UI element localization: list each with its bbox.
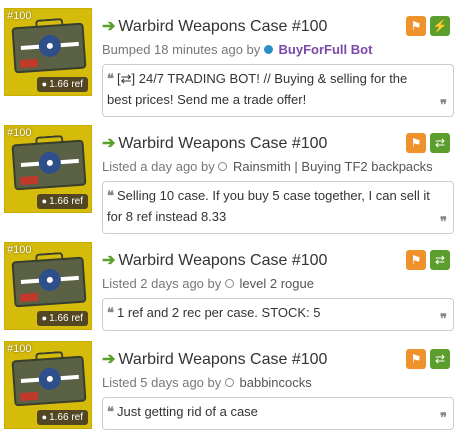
online-status-icon: [263, 45, 273, 55]
listing-comment: ❝ Selling 10 case. If you buy 5 case toge…: [102, 181, 454, 234]
report-flag-button[interactable]: ⚑: [406, 16, 426, 36]
trade-offer-button[interactable]: ⇄: [430, 349, 450, 369]
arrow-right-icon: ➔: [102, 351, 116, 368]
listing-title[interactable]: ➔ Warbird Weapons Case #100: [102, 250, 327, 270]
seller-name-link[interactable]: BuyForFull Bot: [279, 42, 373, 57]
offline-status-icon: [224, 279, 234, 289]
weapons-case-icon: [11, 251, 87, 308]
offline-status-icon: [224, 378, 234, 388]
quote-close-icon: ❞: [440, 215, 447, 230]
item-price-badge: ● 1.66 ref: [36, 410, 88, 425]
exchange-icon: ⇄: [434, 352, 446, 366]
listing-2: #100 ● 1.66 ref ➔ Warbird Weapons Case #10…: [0, 125, 462, 234]
item-icon-warbird-case[interactable]: #100 ● 1.66 ref: [4, 242, 92, 330]
quote-open-icon: ❝: [107, 189, 114, 204]
seller-name-link[interactable]: Rainsmith | Buying TF2 backpacks: [233, 159, 433, 174]
price-tag-icon: ●: [41, 79, 48, 89]
listing-meta: Listed 2 days ago by level 2 rogue: [102, 276, 314, 291]
item-icon-warbird-case[interactable]: #100 ● 1.66 ref: [4, 341, 92, 429]
exchange-icon: ⇄: [434, 253, 446, 267]
lightning-icon: ⚡: [432, 19, 448, 33]
item-icon-warbird-case[interactable]: #100 ● 1.66 ref: [4, 8, 92, 96]
flag-icon: ⚑: [410, 136, 422, 150]
weapons-case-icon: [11, 17, 87, 74]
listing-meta: Listed 5 days ago by babbincocks: [102, 375, 312, 390]
weapons-case-icon: [11, 350, 87, 407]
quote-open-icon: ❝: [107, 72, 114, 87]
seller-name-link[interactable]: level 2 rogue: [240, 276, 314, 291]
listing-3: #100 ● 1.66 ref ➔ Warbird Weapons Case #10…: [0, 242, 462, 348]
offline-status-icon: [218, 162, 228, 172]
listing-title[interactable]: ➔ Warbird Weapons Case #100: [102, 16, 327, 36]
report-flag-button[interactable]: ⚑: [406, 250, 426, 270]
arrow-right-icon: ➔: [102, 252, 116, 269]
listing-title[interactable]: ➔ Warbird Weapons Case #100: [102, 349, 327, 369]
trade-offer-button[interactable]: ⇄: [430, 133, 450, 153]
flag-icon: ⚑: [410, 19, 422, 33]
listing-meta: Bumped 18 minutes ago by BuyForFull Bot: [102, 42, 373, 57]
weapons-case-icon: [11, 134, 87, 191]
item-number-tag: #100: [7, 127, 32, 139]
listing-meta: Listed a day ago by Rainsmith | Buying T…: [102, 159, 433, 174]
listing-4: #100 ● 1.66 ref ➔ Warbird Weapons Case #10…: [0, 341, 462, 447]
quote-open-icon: ❝: [107, 306, 114, 321]
seller-name-link[interactable]: babbincocks: [240, 375, 312, 390]
arrow-right-icon: ➔: [102, 135, 116, 152]
quote-close-icon: ❞: [440, 411, 447, 426]
trade-offer-button[interactable]: ⇄: [430, 250, 450, 270]
flag-icon: ⚑: [410, 253, 422, 267]
listing-title[interactable]: ➔ Warbird Weapons Case #100: [102, 133, 327, 153]
flag-icon: ⚑: [410, 352, 422, 366]
item-price-badge: ● 1.66 ref: [36, 77, 88, 92]
quote-open-icon: ❝: [107, 405, 114, 420]
item-number-tag: #100: [7, 244, 32, 256]
quote-close-icon: ❞: [440, 98, 447, 113]
item-price-badge: ● 1.66 ref: [36, 311, 88, 326]
arrow-right-icon: ➔: [102, 18, 116, 35]
price-tag-icon: ●: [41, 412, 48, 422]
price-tag-icon: ●: [41, 196, 48, 206]
listing-comment: ❝ [⇄] 24/7 TRADING BOT! // Buying & selli…: [102, 64, 454, 117]
item-number-tag: #100: [7, 343, 32, 355]
item-number-tag: #100: [7, 10, 32, 22]
listing-1: #100 ● 1.66 ref ➔ Warbird Weapons Case #10…: [0, 8, 462, 117]
listing-comment: ❝ 1 ref and 2 rec per case. STOCK: 5 ❞: [102, 298, 454, 331]
instant-buy-button[interactable]: ⚡: [430, 16, 450, 36]
report-flag-button[interactable]: ⚑: [406, 133, 426, 153]
item-icon-warbird-case[interactable]: #100 ● 1.66 ref: [4, 125, 92, 213]
item-price-badge: ● 1.66 ref: [36, 194, 88, 209]
price-tag-icon: ●: [41, 313, 48, 323]
exchange-icon: ⇄: [434, 136, 446, 150]
quote-close-icon: ❞: [440, 312, 447, 327]
report-flag-button[interactable]: ⚑: [406, 349, 426, 369]
listing-comment: ❝ Just getting rid of a case ❞: [102, 397, 454, 430]
